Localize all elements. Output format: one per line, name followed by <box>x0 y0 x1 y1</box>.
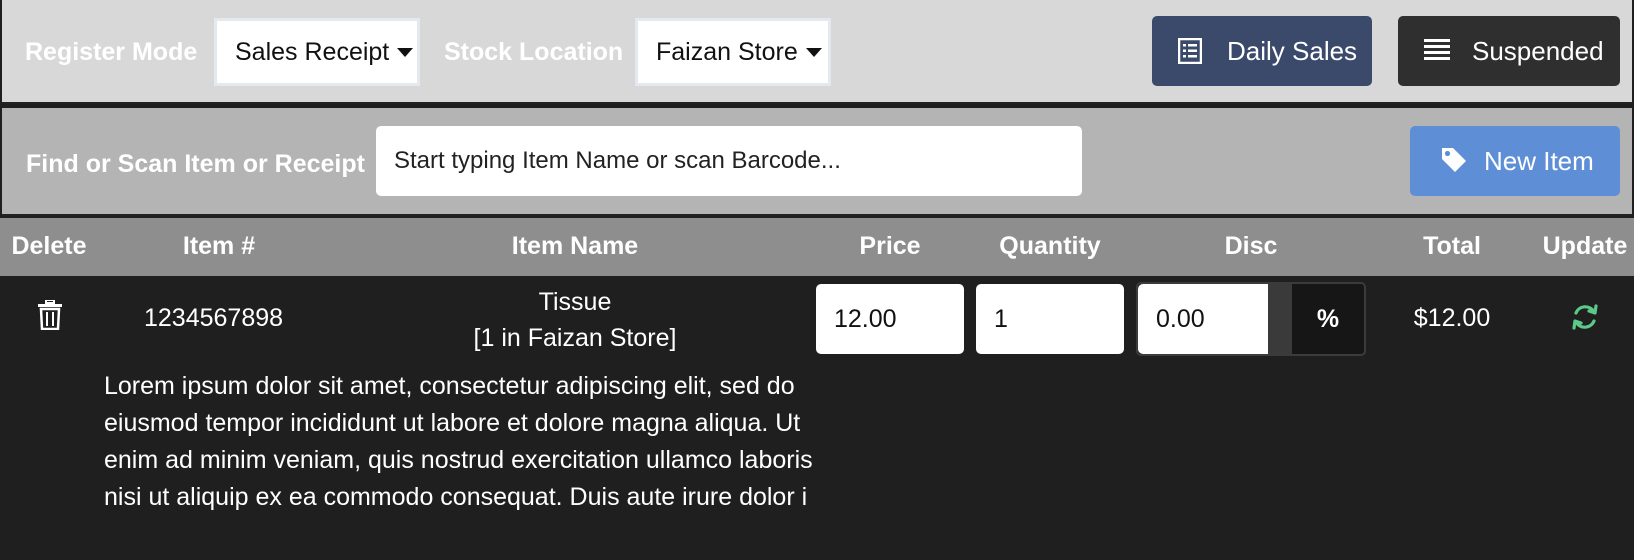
refresh-icon[interactable] <box>1571 303 1599 336</box>
suspended-button[interactable]: Suspended <box>1398 16 1620 86</box>
stock-location-select[interactable]: Faizan Store <box>635 18 831 86</box>
search-label: Find or Scan Item or Receipt <box>26 150 365 178</box>
header-total: Total <box>1423 232 1481 260</box>
header-quantity: Quantity <box>999 232 1101 260</box>
stock-location-value: Faizan Store <box>656 37 798 66</box>
new-item-label: New Item <box>1484 145 1594 176</box>
header-price: Price <box>859 232 921 260</box>
header-delete: Delete <box>11 232 87 260</box>
list-alt-icon <box>1177 37 1203 71</box>
daily-sales-label: Daily Sales <box>1227 35 1358 66</box>
new-item-button[interactable]: New Item <box>1410 126 1620 196</box>
register-mode-value: Sales Receipt <box>235 37 390 66</box>
register-mode-select[interactable]: Sales Receipt <box>214 18 420 86</box>
item-search-input[interactable] <box>376 126 1082 196</box>
tag-icon <box>1440 146 1468 181</box>
discount-input[interactable] <box>1138 284 1268 354</box>
register-toolbar: Register Mode Sales Receipt Stock Locati… <box>2 0 1632 104</box>
suspended-label: Suspended <box>1472 35 1604 66</box>
caret-down-icon <box>397 47 414 57</box>
header-item-name: Item Name <box>511 232 639 260</box>
item-stock-info: [1 in Faizan Store] <box>473 324 677 352</box>
stock-location-label: Stock Location <box>444 38 624 66</box>
header-update: Update <box>1542 232 1628 260</box>
header-item-number: Item # <box>182 232 256 260</box>
table-row: 1234567898 Tissue [1 in Faizan Store] % … <box>0 276 1634 560</box>
item-search-bar: Find or Scan Item or Receipt New Item <box>2 108 1632 216</box>
daily-sales-button[interactable]: Daily Sales <box>1152 16 1372 86</box>
discount-group: % <box>1136 282 1366 356</box>
item-description: Lorem ipsum dolor sit amet, consectetur … <box>104 372 813 511</box>
trash-icon[interactable] <box>38 299 62 335</box>
cart-table-header: Delete Item # Item Name Price Quantity D… <box>0 218 1634 276</box>
item-total: $12.00 <box>1413 304 1491 332</box>
discount-type-toggle[interactable]: % <box>1292 284 1364 354</box>
header-disc: Disc <box>1224 232 1278 260</box>
register-mode-label: Register Mode <box>25 38 198 66</box>
align-justify-icon <box>1424 38 1450 69</box>
quantity-input[interactable] <box>976 284 1124 354</box>
item-name: Tissue <box>538 288 612 316</box>
price-input[interactable] <box>816 284 964 354</box>
item-number: 1234567898 <box>144 304 284 332</box>
caret-down-icon <box>805 47 822 57</box>
discount-divider <box>1268 284 1292 354</box>
